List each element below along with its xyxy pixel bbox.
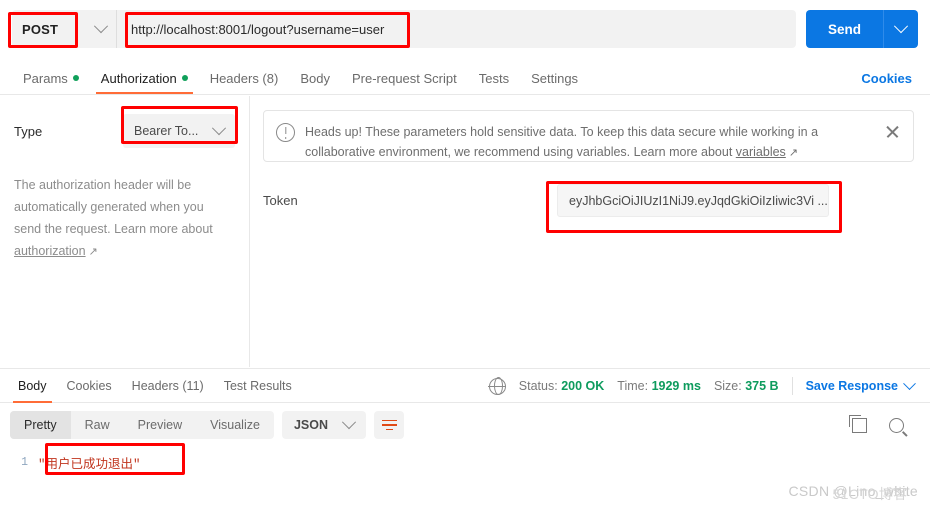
tab-tests[interactable]: Tests xyxy=(468,62,520,94)
chevron-down-icon xyxy=(341,415,357,430)
tab-pre-request-script[interactable]: Pre-request Script xyxy=(341,62,468,94)
auth-type-label: Type xyxy=(14,123,43,139)
auth-type-value: Bearer To... xyxy=(134,124,199,138)
external-link-icon: ↗ xyxy=(785,147,799,159)
request-bar: POST http://localhost:8001/logout?userna… xyxy=(0,8,930,50)
tab-label: Test Results xyxy=(223,379,292,393)
authorization-doc-link[interactable]: authorization xyxy=(14,244,86,258)
tab-label: Tests xyxy=(478,70,510,86)
time-block: Time: 1929 ms xyxy=(617,379,701,393)
tab-body[interactable]: Body xyxy=(289,62,341,94)
unsaved-dot-icon xyxy=(72,75,79,81)
time-label: Time: xyxy=(617,379,649,393)
format-preview[interactable]: Preview xyxy=(124,411,196,439)
wrap-line-2 xyxy=(381,424,397,426)
tab-label: Cookies xyxy=(66,379,112,393)
tab-label: Body xyxy=(18,379,47,393)
language-value: JSON xyxy=(293,418,328,432)
token-input[interactable]: eyJhbGciOiJIUzI1NiJ9.eyJqdGkiOiIzIiwic3V… xyxy=(557,184,829,217)
token-value: eyJhbGciOiJIUzI1NiJ9.eyJqdGkiOiIzIiwic3V… xyxy=(569,193,828,208)
tab-label: Pre-request Script xyxy=(351,70,457,86)
response-tabs: Body Cookies Headers (11) Test Results S… xyxy=(0,368,930,403)
chevron-down-icon xyxy=(893,19,909,34)
auth-type-dropdown[interactable]: Bearer To... xyxy=(123,114,235,148)
response-body-viewer[interactable]: 1 "用户已成功退出" xyxy=(0,445,930,509)
response-tab-headers[interactable]: Headers (11) xyxy=(122,369,214,403)
format-raw[interactable]: Raw xyxy=(71,411,124,439)
tab-label: Body xyxy=(300,70,330,86)
token-row: Token eyJhbGciOiJIUzI1NiJ9.eyJqdGkiOiIzI… xyxy=(263,184,914,217)
language-dropdown[interactable]: JSON xyxy=(281,411,366,439)
size-label: Size: xyxy=(713,379,742,393)
tab-settings[interactable]: Settings xyxy=(520,62,589,94)
watermark-secondary: 51CTO博客 xyxy=(832,486,908,502)
save-response-button[interactable]: Save Response xyxy=(805,376,916,393)
auth-type-row: Type Bearer To... xyxy=(14,114,235,148)
close-icon[interactable] xyxy=(885,124,901,140)
time-value: 1929 ms xyxy=(651,379,701,393)
external-link-icon: ↗ xyxy=(85,246,98,258)
format-segmented-control: Pretty Raw Preview Visualize xyxy=(10,411,274,439)
tab-authorization[interactable]: Authorization xyxy=(90,62,199,94)
response-format-bar: Pretty Raw Preview Visualize JSON xyxy=(0,405,930,445)
send-button-group[interactable]: Send xyxy=(805,10,918,48)
postman-window: POST http://localhost:8001/logout?userna… xyxy=(0,0,930,509)
chevron-down-icon xyxy=(903,376,916,390)
tab-label: Headers (11) xyxy=(131,379,204,393)
divider xyxy=(791,377,793,395)
line-content: "用户已成功退出" xyxy=(38,457,141,472)
variables-doc-link[interactable]: variables xyxy=(736,145,786,159)
token-label: Token xyxy=(263,193,298,208)
copy-icon[interactable] xyxy=(849,414,867,433)
request-tabs: Params Authorization Headers (8) Body Pr… xyxy=(0,62,930,95)
tab-label: Authorization xyxy=(100,70,177,86)
status-value: 200 OK xyxy=(561,379,605,393)
save-response-label: Save Response xyxy=(805,379,898,393)
format-visualize[interactable]: Visualize xyxy=(196,411,274,439)
url-text: http://localhost:8001/logout?username=us… xyxy=(131,21,385,37)
info-icon xyxy=(276,123,295,142)
format-pretty[interactable]: Pretty xyxy=(10,411,71,439)
status-block: Status: 200 OK xyxy=(519,379,605,393)
url-input[interactable]: http://localhost:8001/logout?username=us… xyxy=(116,10,796,48)
tab-headers[interactable]: Headers (8) xyxy=(199,62,290,94)
wrap-line-3 xyxy=(385,428,393,431)
globe-icon xyxy=(488,377,507,395)
cookies-link[interactable]: Cookies xyxy=(861,62,918,94)
auth-description-text: The authorization header will be automat… xyxy=(14,178,213,236)
auth-config-panel: Heads up! These parameters hold sensitiv… xyxy=(251,96,930,367)
line-number: 1 xyxy=(21,455,28,469)
auth-type-panel: Type Bearer To... The authorization head… xyxy=(0,96,250,367)
response-tab-body[interactable]: Body xyxy=(8,369,57,403)
sensitive-data-notice: Heads up! These parameters hold sensitiv… xyxy=(263,110,914,162)
size-block: Size: 375 B xyxy=(714,379,779,393)
response-tab-cookies[interactable]: Cookies xyxy=(57,369,122,403)
code-line: 1 "用户已成功退出" xyxy=(0,451,930,473)
status-label: Status: xyxy=(518,379,558,393)
wrap-line-1 xyxy=(381,419,397,422)
unsaved-dot-icon xyxy=(181,75,188,81)
tab-label: Settings xyxy=(531,70,579,86)
search-icon[interactable] xyxy=(889,417,904,433)
send-button[interactable]: Send xyxy=(806,10,883,48)
chevron-down-icon xyxy=(93,19,109,34)
response-tab-test-results[interactable]: Test Results xyxy=(214,369,302,403)
response-meta: Status: 200 OK Time: 1929 ms Size: 375 B… xyxy=(488,369,922,403)
watermark: CSDN @Lino_white 51CTO博客 xyxy=(788,483,918,502)
size-value: 375 B xyxy=(745,379,779,393)
response-actions xyxy=(849,414,920,433)
http-method-label: POST xyxy=(22,21,59,37)
tab-label: Params xyxy=(23,70,68,86)
send-options-button[interactable] xyxy=(883,10,918,48)
http-method-dropdown[interactable]: POST xyxy=(12,10,116,48)
tab-params[interactable]: Params xyxy=(12,62,90,94)
auth-description: The authorization header will be automat… xyxy=(14,174,229,263)
tab-label: Headers (8) xyxy=(209,70,279,86)
notice-text-block: Heads up! These parameters hold sensitiv… xyxy=(305,122,877,163)
wrap-lines-button[interactable] xyxy=(374,411,404,439)
chevron-down-icon xyxy=(211,121,227,136)
